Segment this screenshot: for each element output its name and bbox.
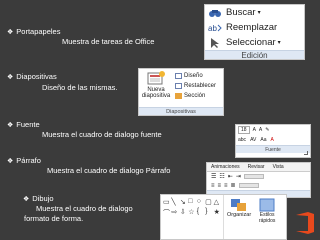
bullet-desc: Muestra el cuadro de dialogo fuente bbox=[42, 130, 162, 139]
paragraph-group-screenshot: Animaciones Revisar Vista ☰ ☷ ⇤ ⇥ ≡ ≡ ≡ … bbox=[206, 162, 311, 198]
rounded-rect-icon[interactable]: ▢ bbox=[205, 198, 212, 207]
font-group-screenshot: 18 A A ✎ abc AV Aa A Fuente bbox=[235, 124, 311, 158]
bullet-parrafo: ❖ Párrafo bbox=[7, 156, 41, 167]
case-icon[interactable]: Aa bbox=[260, 137, 266, 143]
bullet-title: Fuente bbox=[16, 120, 40, 129]
group-label: Diapositivas bbox=[139, 107, 223, 115]
clear-format-icon[interactable]: ✎ bbox=[265, 127, 269, 133]
align-center-icon[interactable]: ≡ bbox=[218, 183, 222, 189]
diamond-bullet-icon: ❖ bbox=[7, 29, 14, 36]
replace-icon: ab bbox=[208, 24, 222, 33]
arrange-label: Organizar bbox=[227, 212, 252, 218]
group-label: Fuente bbox=[236, 145, 310, 153]
outdent-icon[interactable]: ⇥ bbox=[236, 173, 241, 180]
tab-view[interactable]: Vista bbox=[273, 164, 284, 170]
diamond-bullet-icon: ❖ bbox=[7, 74, 14, 81]
arrange-icon bbox=[231, 199, 247, 211]
numbering-icon[interactable]: ☷ bbox=[219, 173, 224, 180]
bullets-icon[interactable]: ☰ bbox=[211, 173, 216, 180]
bullet-title: Diapositivas bbox=[16, 72, 57, 81]
bullet-title: Portapapeles bbox=[16, 27, 61, 36]
tab-animations[interactable]: Animaciones bbox=[211, 164, 240, 170]
replace-label: Reemplazar bbox=[226, 22, 278, 33]
align-left-icon[interactable]: ≡ bbox=[211, 183, 215, 189]
brace-shape-icon[interactable]: } bbox=[205, 208, 212, 217]
quick-styles-button[interactable]: Estilos rápidos bbox=[254, 198, 280, 224]
section-icon bbox=[175, 93, 182, 99]
strikethrough-icon[interactable]: abc bbox=[238, 137, 246, 143]
bullet-diapositivas: ❖ Diapositivas bbox=[7, 72, 57, 83]
chevron-down-icon: ▾ bbox=[277, 40, 281, 46]
indent-icon[interactable]: ⇤ bbox=[228, 173, 233, 180]
replace-button[interactable]: ab Reemplazar bbox=[205, 20, 304, 35]
cursor-icon bbox=[211, 37, 219, 48]
bullet-fuente: ❖ Fuente bbox=[7, 120, 40, 131]
quick-styles-icon bbox=[259, 198, 275, 212]
font-color-icon[interactable]: A bbox=[271, 137, 274, 143]
text-direction-dropdown[interactable] bbox=[243, 174, 264, 179]
new-slide-label-2: diapositiva bbox=[141, 93, 171, 99]
select-button[interactable]: Seleccionar ▾ bbox=[205, 35, 304, 50]
find-label: Buscar bbox=[226, 7, 256, 18]
tab-review[interactable]: Revisar bbox=[248, 164, 265, 170]
layout-label: Diseño bbox=[184, 73, 203, 79]
rectangle-shape-icon[interactable]: □ bbox=[188, 198, 195, 207]
new-slide-button[interactable]: Nueva diapositiva bbox=[139, 69, 173, 107]
diamond-bullet-icon: ❖ bbox=[7, 122, 14, 129]
bullet-desc: formato de forma. bbox=[24, 214, 84, 223]
reset-icon bbox=[175, 83, 182, 89]
curve-shape-icon[interactable]: ⌒ bbox=[163, 208, 170, 217]
quick-styles-label: Estilos rápidos bbox=[258, 212, 276, 224]
section-label: Sección bbox=[184, 93, 206, 99]
office-logo-icon bbox=[294, 211, 316, 235]
justify-icon[interactable]: ≣ bbox=[231, 182, 236, 189]
edit-group-screenshot: Buscar ▾ ab Reemplazar Seleccionar ▾ Edi… bbox=[204, 4, 305, 60]
bullet-desc: Diseño de las mismas. bbox=[42, 83, 118, 92]
bullet-title: Párrafo bbox=[16, 156, 41, 165]
slides-group-screenshot: Nueva diapositiva Diseño Restablecer Sec… bbox=[138, 68, 224, 116]
binoculars-icon bbox=[209, 9, 221, 17]
bullet-title: Dibujo bbox=[32, 194, 54, 203]
shapes-gallery[interactable]: ▭ ╲ ↘ □ ○ ▢ △ ⌒ ⇨ ⇩ ☆ { } ★ bbox=[161, 195, 223, 239]
diamond-bullet-icon: ❖ bbox=[23, 196, 30, 203]
brace-shape-icon[interactable]: { bbox=[197, 208, 204, 217]
find-button[interactable]: Buscar ▾ bbox=[205, 5, 304, 20]
arrow-shape-icon[interactable]: ↘ bbox=[180, 198, 187, 207]
svg-text:ab: ab bbox=[208, 24, 217, 33]
bullet-desc: Muestra de tareas de Office bbox=[62, 37, 155, 46]
line-shape-icon[interactable]: ╲ bbox=[171, 198, 178, 207]
align-text-dropdown[interactable] bbox=[238, 183, 259, 188]
diamond-bullet-icon: ❖ bbox=[7, 158, 14, 165]
select-label: Seleccionar bbox=[226, 37, 276, 48]
bullet-portapapeles: ❖ Portapapeles bbox=[7, 27, 60, 38]
rectangle-shape-icon[interactable]: ▭ bbox=[163, 198, 170, 207]
reset-button[interactable]: Restablecer bbox=[173, 81, 223, 91]
shrink-font-icon[interactable]: A bbox=[259, 127, 262, 133]
reset-label: Restablecer bbox=[184, 83, 217, 89]
section-button[interactable]: Sección bbox=[173, 91, 223, 101]
grow-font-icon[interactable]: A bbox=[253, 127, 256, 133]
bullet-desc: Muestra el cuadro de dialogo bbox=[36, 204, 133, 213]
dialog-launcher-icon[interactable] bbox=[304, 151, 308, 155]
layout-icon bbox=[175, 73, 182, 79]
star-shape-icon[interactable]: ☆ bbox=[188, 208, 195, 217]
chevron-down-icon: ▾ bbox=[257, 10, 261, 16]
group-label: Edición bbox=[205, 50, 304, 59]
bullet-desc: Muestra el cuadro de dialogo Párrafo bbox=[47, 166, 171, 175]
arrange-button[interactable]: Organizar bbox=[227, 198, 251, 218]
spacing-icon[interactable]: AV bbox=[250, 137, 256, 143]
font-size-input[interactable]: 18 bbox=[238, 126, 250, 134]
layout-button[interactable]: Diseño bbox=[173, 71, 223, 81]
align-right-icon[interactable]: ≡ bbox=[224, 183, 228, 189]
arrow-right-icon[interactable]: ⇨ bbox=[171, 208, 178, 217]
drawing-group-screenshot: ▭ ╲ ↘ □ ○ ▢ △ ⌒ ⇨ ⇩ ☆ { } ★ Organizar Es… bbox=[160, 194, 287, 240]
triangle-shape-icon[interactable]: △ bbox=[214, 198, 221, 207]
arrow-down-icon[interactable]: ⇩ bbox=[180, 208, 187, 217]
new-slide-icon bbox=[147, 71, 165, 85]
oval-shape-icon[interactable]: ○ bbox=[197, 198, 204, 207]
star-shape-icon[interactable]: ★ bbox=[214, 208, 221, 217]
